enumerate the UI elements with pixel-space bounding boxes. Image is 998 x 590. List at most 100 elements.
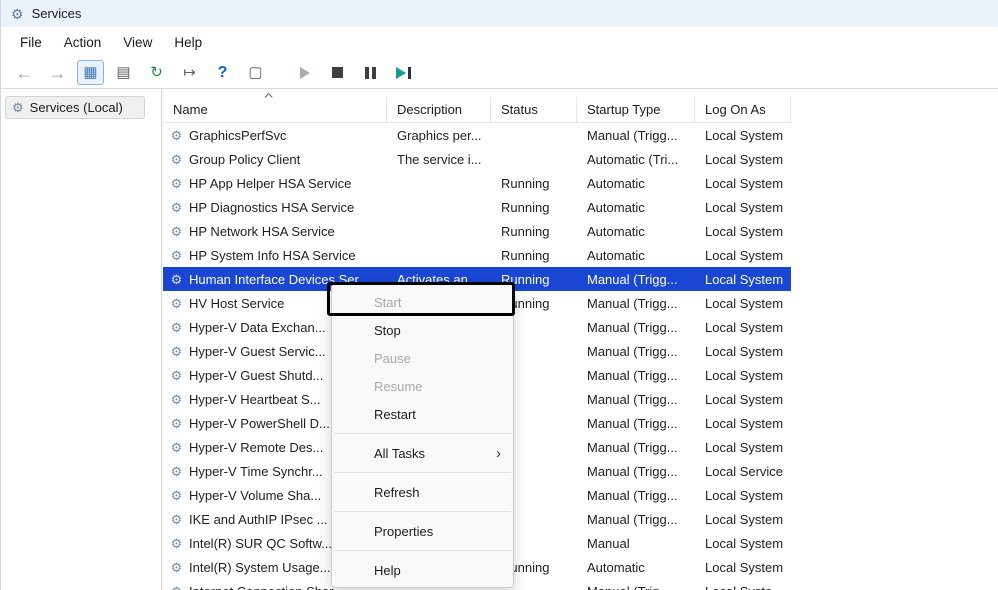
service-gear-icon: ⚙	[169, 489, 184, 502]
console-tree-icon: ▦	[83, 65, 97, 80]
service-log-on-as: Local System	[695, 152, 791, 167]
services-node-icon: ⚙	[12, 101, 24, 114]
context-menu-separator	[334, 550, 511, 551]
context-menu-separator	[334, 433, 511, 434]
service-log-on-as: Local System	[695, 200, 791, 215]
services-window: ⚙ Services FileActionViewHelp ←→▦▤↻↦?▢ ⚙…	[0, 0, 998, 590]
pause-icon	[365, 67, 376, 79]
sidebar-item-label: Services (Local)	[30, 100, 123, 115]
context-menu-item-properties[interactable]: Properties	[332, 517, 513, 545]
show-console-tree-button[interactable]: ▦	[77, 60, 104, 85]
service-gear-icon: ⚙	[169, 273, 184, 286]
console-tree-panel: ⚙ Services (Local)	[1, 89, 162, 590]
help-button[interactable]: ?	[209, 60, 236, 85]
forward-button[interactable]: →	[44, 60, 71, 85]
service-gear-icon: ⚙	[169, 417, 184, 430]
export-list-button[interactable]: ↦	[176, 60, 203, 85]
column-header-log-on-as[interactable]: Log On As	[695, 97, 791, 122]
context-menu-item-help[interactable]: Help	[332, 556, 513, 584]
service-status: Running	[491, 248, 577, 263]
service-startup-type: Manual (Trigg...	[577, 392, 695, 407]
service-gear-icon: ⚙	[169, 513, 184, 526]
service-gear-icon: ⚙	[169, 561, 184, 574]
service-gear-icon: ⚙	[169, 345, 184, 358]
service-name: Hyper-V Volume Sha...	[189, 488, 321, 503]
service-status: Running	[491, 224, 577, 239]
service-log-on-as: Local System	[695, 536, 791, 551]
service-log-on-as: Local System	[695, 296, 791, 311]
column-header-startup-type[interactable]: Startup Type	[577, 97, 695, 122]
service-row[interactable]: ⚙ HP App Helper HSA Service Running Auto…	[163, 171, 791, 195]
service-log-on-as: Local System	[695, 272, 791, 287]
service-name: Group Policy Client	[189, 152, 300, 167]
context-menu-item-label: Refresh	[374, 485, 420, 500]
action-pane-button[interactable]: ▢	[242, 60, 269, 85]
context-menu-item-label: Restart	[374, 407, 416, 422]
service-name: Hyper-V Guest Servic...	[189, 344, 326, 359]
service-name: HP System Info HSA Service	[189, 248, 356, 263]
service-startup-type: Automatic (Tri...	[577, 152, 695, 167]
restart-icon	[396, 67, 406, 79]
context-menu-item-pause[interactable]: Pause	[332, 344, 513, 372]
menu-file[interactable]: File	[9, 31, 53, 54]
column-header-label: Log On As	[705, 102, 766, 117]
sidebar-item-services-local[interactable]: ⚙ Services (Local)	[5, 96, 145, 119]
service-name: Hyper-V PowerShell D...	[189, 416, 330, 431]
context-menu-item-label: Help	[374, 563, 401, 578]
service-row[interactable]: ⚙ Group Policy Client The service i... A…	[163, 147, 791, 171]
service-name: HV Host Service	[189, 296, 284, 311]
service-log-on-as: Local System	[695, 512, 791, 527]
service-startup-type: Manual (Trigg...	[577, 344, 695, 359]
service-row[interactable]: ⚙ HP System Info HSA Service Running Aut…	[163, 243, 791, 267]
context-menu-item-label: Pause	[374, 351, 411, 366]
service-startup-type: Manual (Trigg...	[577, 416, 695, 431]
menu-help[interactable]: Help	[163, 31, 213, 54]
service-name: Hyper-V Data Exchan...	[189, 320, 326, 335]
back-button[interactable]: ←	[11, 60, 38, 85]
column-header-name[interactable]: ^ Name	[163, 97, 387, 122]
context-menu-item-label: All Tasks	[374, 446, 425, 461]
context-menu-item-restart[interactable]: Restart	[332, 400, 513, 428]
menu-action[interactable]: Action	[53, 31, 113, 54]
service-name: HP App Helper HSA Service	[189, 176, 351, 191]
window-pane-icon: ▢	[248, 65, 262, 80]
context-menu-item-label: Start	[374, 295, 401, 310]
service-log-on-as: Local System	[695, 176, 791, 191]
restart-service-button[interactable]	[390, 60, 417, 85]
service-startup-type: Automatic	[577, 200, 695, 215]
column-header-label: Description	[397, 102, 462, 117]
service-gear-icon: ⚙	[169, 585, 184, 590]
service-gear-icon: ⚙	[169, 297, 184, 310]
menu-view[interactable]: View	[112, 31, 163, 54]
stop-service-button[interactable]	[324, 60, 351, 85]
service-row[interactable]: ⚙ HP Network HSA Service Running Automat…	[163, 219, 791, 243]
context-menu-item-all-tasks[interactable]: All Tasks ›	[332, 439, 513, 467]
context-menu-item-start[interactable]: Start	[332, 288, 513, 316]
service-startup-type: Manual (Trigg...	[577, 440, 695, 455]
play-icon	[300, 67, 310, 79]
export-list-icon: ↦	[183, 65, 196, 80]
column-header-label: Name	[173, 102, 208, 117]
service-name: IKE and AuthIP IPsec ...	[189, 512, 328, 527]
refresh-button[interactable]: ↻	[143, 60, 170, 85]
service-gear-icon: ⚙	[169, 537, 184, 550]
service-log-on-as: Local System	[695, 416, 791, 431]
pause-service-button[interactable]	[357, 60, 384, 85]
context-menu-item-resume[interactable]: Resume	[332, 372, 513, 400]
service-log-on-as: Local System	[695, 320, 791, 335]
service-description: The service i...	[387, 152, 491, 167]
services-app-icon: ⚙	[11, 7, 24, 21]
start-service-button[interactable]	[291, 60, 318, 85]
service-name: Internet Connection Shar...	[189, 584, 344, 590]
service-row[interactable]: ⚙ GraphicsPerfSvc Graphics per... Manual…	[163, 123, 791, 147]
column-header-status[interactable]: Status	[491, 97, 577, 122]
context-menu-item-stop[interactable]: Stop	[332, 316, 513, 344]
column-header-description[interactable]: Description	[387, 97, 491, 122]
service-row[interactable]: ⚙ HP Diagnostics HSA Service Running Aut…	[163, 195, 791, 219]
service-log-on-as: Local Service	[695, 464, 791, 479]
service-status: Running	[491, 176, 577, 191]
column-header-label: Status	[501, 102, 538, 117]
context-menu-item-refresh[interactable]: Refresh	[332, 478, 513, 506]
properties-button[interactable]: ▤	[110, 60, 137, 85]
service-gear-icon: ⚙	[169, 369, 184, 382]
